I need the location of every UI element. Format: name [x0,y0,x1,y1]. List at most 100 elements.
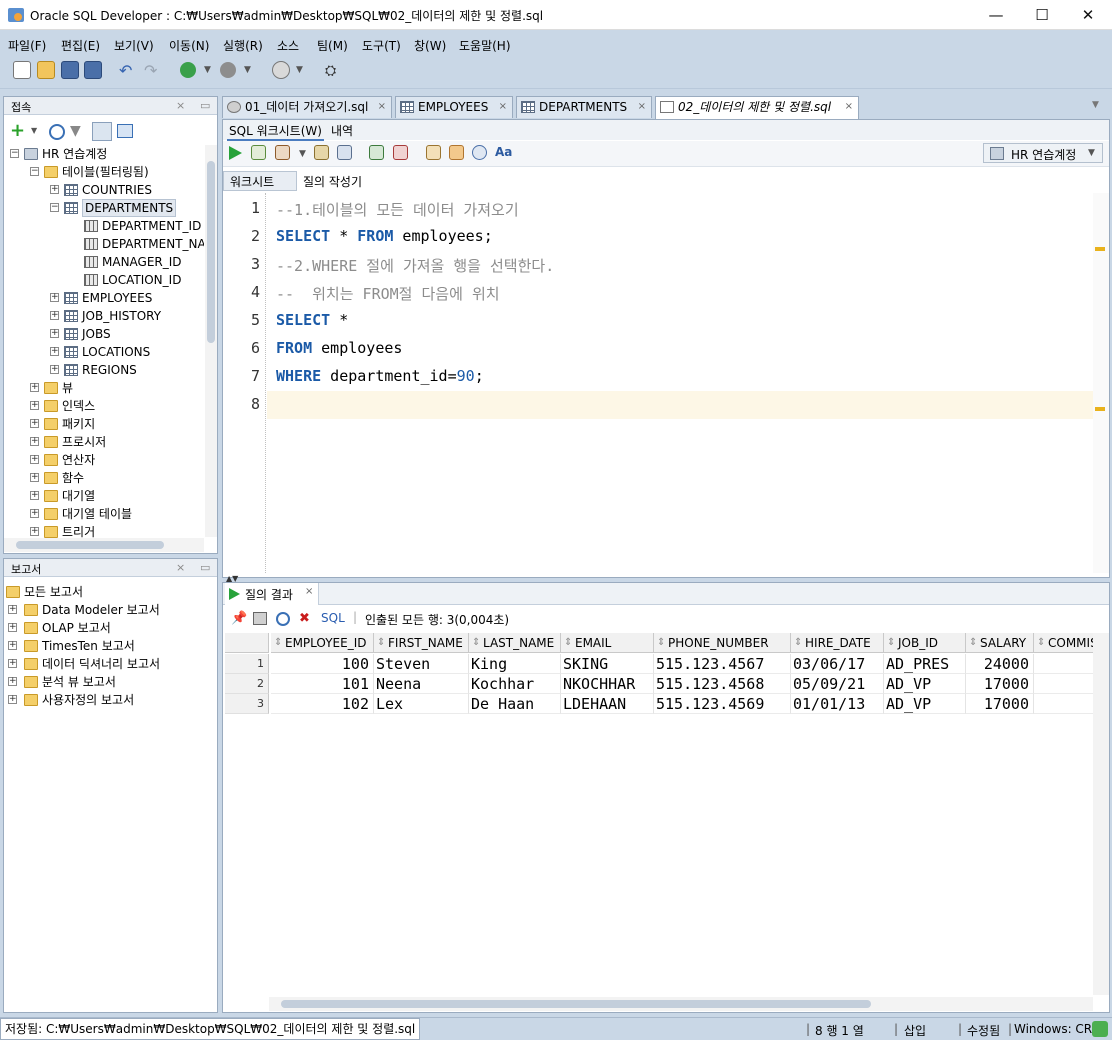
grid-cell[interactable]: 24000 [966,654,1034,674]
tree-item[interactable]: + REGIONS [4,361,204,379]
expand-icon[interactable]: + [50,185,59,194]
undo-icon[interactable]: ↶ [119,61,132,80]
tree-horizontal-thumb[interactable] [16,541,164,549]
to-upper-case-icon[interactable]: Aa [495,145,512,159]
filter-icon[interactable]: ▼ [70,123,81,139]
forward-dropdown-icon[interactable]: ▼ [244,65,251,75]
tree-vertical-thumb[interactable] [207,161,215,343]
tree-item[interactable]: + LOCATIONS [4,343,204,361]
unshared-sql-icon[interactable] [426,145,441,160]
column-header[interactable]: EMPLOYEE_ID [271,633,374,653]
tree-item[interactable]: + 인덱스 [4,397,204,415]
expand-icon[interactable]: + [30,473,39,482]
code-line-5[interactable]: SELECT * [276,311,348,329]
grid-horizontal-thumb[interactable] [281,1000,871,1008]
grid-cell[interactable]: AD_VP [884,674,966,694]
tree-item[interactable]: + 뷰 [4,379,204,397]
sql-worksheet-subtab[interactable]: SQL 워크시트(W) [227,122,324,141]
connection-selector[interactable]: HR 연습계정 ▼ [983,143,1103,163]
grid-cell[interactable]: Neena [374,674,469,694]
column-header[interactable]: HIRE_DATE [791,633,884,653]
tree-item[interactable]: + 함수 [4,469,204,487]
sql-dropdown-icon[interactable]: ▼ [296,65,303,75]
row-number[interactable]: 2 [225,674,269,694]
query-result-tab[interactable]: 질의 결과 × [225,583,319,605]
code-line-4[interactable]: -- 위치는 FROM절 다음에 위치 [276,283,500,304]
menu-tools[interactable]: 도구(T) [362,37,401,54]
menu-run[interactable]: 실행(R) [223,37,263,54]
expand-icon[interactable]: + [30,419,39,428]
tree-item[interactable]: − HR 연습계정 [4,145,204,163]
expand-icon[interactable]: + [8,695,17,704]
column-header[interactable]: SALARY [966,633,1034,653]
redo-icon[interactable]: ↷ [144,61,157,80]
sql-worksheet-icon[interactable] [272,61,290,79]
tree-item[interactable]: + 대기열 [4,487,204,505]
grid-cell[interactable]: De Haan [469,694,561,714]
warning-marker[interactable] [1095,247,1105,251]
tab-list-dropdown-icon[interactable]: ▼ [1092,100,1099,110]
panel-minimize-icon[interactable]: ▭ [200,99,210,112]
tree-item[interactable]: + JOB_HISTORY [4,307,204,325]
row-number[interactable]: 3 [225,694,269,714]
run-script-icon[interactable] [251,145,266,160]
grid-cell[interactable]: King [469,654,561,674]
tree-item[interactable]: DEPARTMENT_ID [4,217,204,235]
report-item[interactable]: + OLAP 보고서 [4,619,217,637]
query-builder-mode-tab[interactable]: 질의 작성기 [303,173,362,190]
expand-icon[interactable]: + [50,293,59,302]
grid-cell[interactable]: 515.123.4569 [654,694,791,714]
grid-cell[interactable]: Kochhar [469,674,561,694]
expand-icon[interactable]: + [30,527,39,536]
grid-cell[interactable]: Steven [374,654,469,674]
refresh-result-icon[interactable] [276,612,290,626]
tab-close-icon[interactable]: × [845,97,853,117]
tree-horizontal-scrollbar[interactable] [4,538,204,552]
report-item[interactable]: + TimesTen 보고서 [4,637,217,655]
grid-cell[interactable]: 102 [271,694,374,714]
reports-minimize-icon[interactable]: ▭ [200,561,210,574]
code-line-1[interactable]: --1.테이블의 모든 데이터 가져오기 [276,199,519,220]
expand-icon[interactable]: + [8,641,17,650]
menu-edit[interactable]: 편집(E) [61,37,100,54]
menu-file[interactable]: 파일(F) [8,37,46,54]
expand-icon[interactable]: + [50,347,59,356]
tab-close-icon[interactable]: × [499,97,507,117]
column-header[interactable]: JOB_ID [884,633,966,653]
menu-window[interactable]: 창(W) [414,37,446,54]
tree-item[interactable]: + COUNTRIES [4,181,204,199]
grid-cell[interactable]: Lex [374,694,469,714]
tree-item[interactable]: DEPARTMENT_NAME [4,235,204,253]
autotrace-dropdown-icon[interactable]: ▼ [299,149,306,159]
row-number[interactable]: 1 [225,654,269,674]
tree-item[interactable]: LOCATION_ID [4,271,204,289]
print-icon[interactable] [253,612,267,625]
expand-icon[interactable]: + [50,365,59,374]
rollback-icon[interactable] [393,145,408,160]
binoculars-icon[interactable]: ⛭ [325,63,336,79]
tree-item[interactable]: + 대기열 테이블 [4,505,204,523]
grid-cell[interactable] [1034,694,1093,714]
refresh-icon[interactable] [49,124,65,140]
grid-cell[interactable]: LDEHAAN [561,694,654,714]
code-line-3[interactable]: --2.WHERE 절에 가져올 행을 선택한다. [276,255,554,276]
expand-icon[interactable]: + [50,311,59,320]
back-dropdown-icon[interactable]: ▼ [204,65,211,75]
cancel-query-icon[interactable]: ✖ [299,611,310,626]
tree-item[interactable]: − DEPARTMENTS [4,199,204,217]
history-icon[interactable] [472,145,487,160]
grid-cell[interactable]: 17000 [966,694,1034,714]
expand-icon[interactable]: + [8,659,17,668]
expand-icon[interactable]: + [30,455,39,464]
collapse-all-icon[interactable] [117,124,133,138]
expand-icon[interactable]: + [8,623,17,632]
sql-link[interactable]: SQL [321,611,345,625]
open-folder-icon[interactable] [37,61,55,79]
grid-horizontal-scrollbar[interactable] [269,997,1093,1011]
tab-departments[interactable]: DEPARTMENTS × [516,96,652,118]
close-button[interactable]: ✕ [1065,0,1111,30]
maximize-button[interactable]: ☐ [1019,0,1065,30]
expand-icon[interactable]: + [30,401,39,410]
new-file-icon[interactable] [13,61,31,79]
save-all-icon[interactable] [84,61,102,79]
